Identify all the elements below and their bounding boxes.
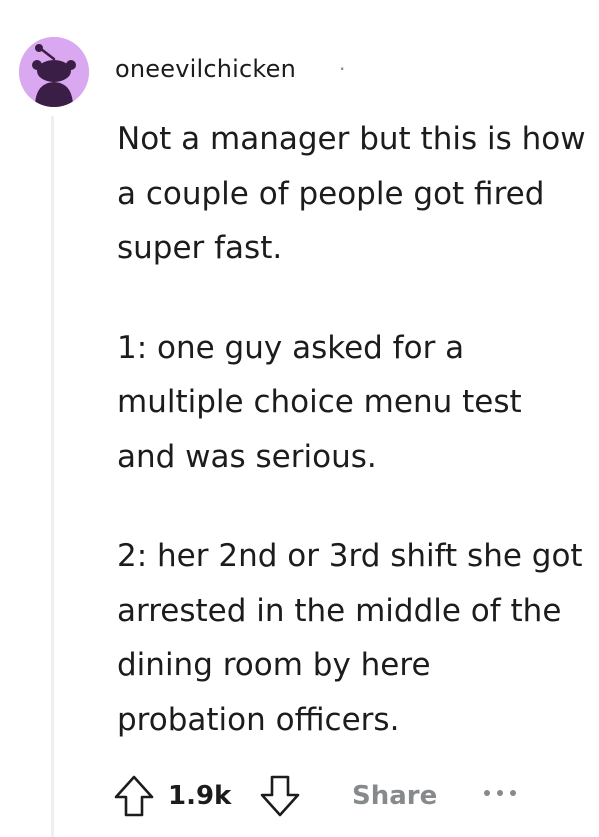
comment-body: Not a manager but this is how a couple o… bbox=[117, 112, 587, 747]
comment-thread-line[interactable] bbox=[51, 116, 54, 837]
more-options-icon bbox=[484, 790, 516, 796]
downvote-arrow-icon bbox=[260, 775, 300, 817]
upvote-button[interactable] bbox=[112, 773, 156, 819]
meta-separator: · bbox=[339, 57, 346, 81]
user-avatar[interactable] bbox=[19, 37, 89, 107]
comment-paragraph: Not a manager but this is how a couple o… bbox=[117, 121, 586, 266]
downvote-button[interactable] bbox=[258, 773, 302, 819]
comment-paragraph: 2: her 2nd or 3rd shift she got arrested… bbox=[117, 538, 583, 738]
share-button[interactable]: Share bbox=[352, 776, 437, 816]
comment-author[interactable]: oneevilchicken bbox=[115, 52, 296, 86]
comment-paragraph: 1: one guy asked for a multiple choice m… bbox=[117, 329, 522, 475]
comment-action-bar: 1.9k Share bbox=[112, 766, 592, 826]
more-options-button[interactable] bbox=[478, 778, 522, 808]
vote-score: 1.9k bbox=[168, 781, 232, 811]
upvote-arrow-icon bbox=[114, 775, 154, 817]
reddit-snoo-avatar-icon bbox=[19, 37, 89, 107]
